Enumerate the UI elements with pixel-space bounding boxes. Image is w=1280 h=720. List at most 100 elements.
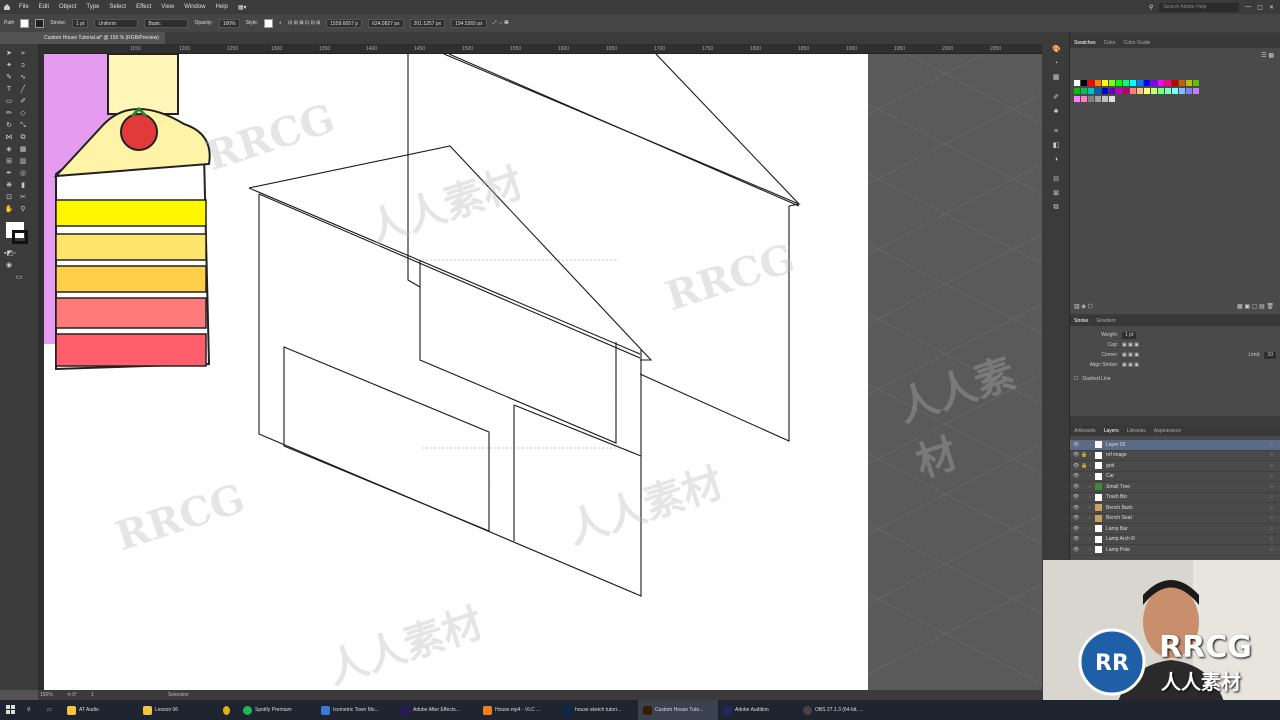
- color-swatch[interactable]: [1172, 80, 1178, 86]
- graphic-style-swatch[interactable]: [264, 18, 274, 28]
- menu-file[interactable]: File: [14, 4, 34, 10]
- color-swatch[interactable]: [1186, 80, 1192, 86]
- color-swatch[interactable]: [1116, 88, 1122, 94]
- canvas[interactable]: RRCG 人人素材 RRCG RRCG 人人素材 人人素材 人人素材: [44, 54, 1042, 690]
- weight-field[interactable]: 1 pt: [1122, 331, 1137, 339]
- target-icon[interactable]: ○: [1270, 536, 1280, 542]
- slice-tool-icon[interactable]: ✂: [18, 194, 28, 202]
- transparency-icon[interactable]: ◑: [1052, 156, 1060, 164]
- draw-mode-icon[interactable]: ◉: [4, 262, 14, 270]
- color-swatch[interactable]: [1165, 80, 1171, 86]
- magic-wand-icon[interactable]: ✦: [4, 62, 14, 70]
- scale-tool-icon[interactable]: ⤡: [18, 122, 28, 130]
- x-field[interactable]: 1559.6057 p: [326, 18, 363, 28]
- artboard[interactable]: [44, 54, 868, 690]
- layer-row[interactable]: 👁 › Layer 55 ○: [1070, 440, 1280, 451]
- taskbar-item[interactable]: Adobe Audition: [718, 700, 798, 720]
- taskbar-item[interactable]: house sketch tutori...: [558, 700, 638, 720]
- color-swatch[interactable]: [1088, 80, 1094, 86]
- swatch-actions-icon[interactable]: ▦ ▣ ▢ ▤ 🗑: [1237, 303, 1274, 310]
- color-mode-icon[interactable]: ▪◩▫: [4, 250, 16, 258]
- color-swatch[interactable]: [1081, 96, 1087, 102]
- minimize-icon[interactable]: —: [1245, 4, 1251, 10]
- color-swatch[interactable]: [1144, 88, 1150, 94]
- color-swatch[interactable]: [1158, 88, 1164, 94]
- rotation-icon[interactable]: ⟲ 0°: [67, 692, 77, 698]
- color-swatch[interactable]: [1193, 88, 1199, 94]
- color-guide-icon[interactable]: ◔: [1052, 60, 1060, 68]
- target-icon[interactable]: ○: [1270, 473, 1280, 479]
- color-swatch[interactable]: [1137, 80, 1143, 86]
- layer-row[interactable]: 👁 › Lamp Bar ○: [1070, 524, 1280, 535]
- taskbar-item[interactable]: [218, 700, 238, 720]
- transform-panel-icon[interactable]: ⊠: [1052, 190, 1060, 198]
- direct-selection-tool-icon[interactable]: ➢: [18, 50, 28, 58]
- align-icons[interactable]: ⊟ ⊞ ⊠ ⊡ ⊟ ⊞: [288, 20, 320, 26]
- start-button[interactable]: [0, 700, 22, 720]
- color-swatch[interactable]: [1109, 88, 1115, 94]
- stroke-swatch[interactable]: [35, 18, 45, 28]
- free-transform-icon[interactable]: ⧉: [18, 134, 28, 142]
- taskbar-item[interactable]: Spotify Premium: [238, 700, 316, 720]
- hand-tool-icon[interactable]: ✋: [4, 206, 14, 214]
- color-swatch[interactable]: [1179, 88, 1185, 94]
- width-field[interactable]: 201.1257 px: [409, 18, 446, 28]
- color-panel-icon[interactable]: 🎨: [1052, 46, 1061, 54]
- layer-row[interactable]: 👁 🔒 › ref image ○: [1070, 451, 1280, 461]
- stroke-icon[interactable]: ≡: [1052, 128, 1060, 136]
- color-swatch[interactable]: [1109, 80, 1115, 86]
- height-field[interactable]: 194.5265 px: [451, 18, 487, 28]
- layer-row[interactable]: 👁 › Bench Back ○: [1070, 503, 1280, 514]
- layer-row[interactable]: 👁 › Trash Bin ○: [1070, 493, 1280, 503]
- color-swatch[interactable]: [1172, 88, 1178, 94]
- menu-help[interactable]: Help: [211, 4, 233, 10]
- target-icon[interactable]: ○: [1270, 547, 1280, 553]
- target-icon[interactable]: ○: [1270, 484, 1280, 490]
- color-swatch[interactable]: [1074, 80, 1080, 86]
- taskbar-item[interactable]: AT Audio: [62, 700, 138, 720]
- rotate-tool-icon[interactable]: ↻: [4, 122, 14, 130]
- eraser-icon[interactable]: ◇: [18, 110, 28, 118]
- dashed-line-checkbox[interactable]: ☐: [1074, 376, 1078, 382]
- eye-icon[interactable]: 👁: [1073, 526, 1081, 532]
- tab-libraries[interactable]: Libraries: [1127, 428, 1146, 434]
- menu-object[interactable]: Object: [54, 4, 81, 10]
- target-icon[interactable]: ○: [1270, 463, 1280, 469]
- pen-tool-icon[interactable]: ✎: [4, 74, 14, 82]
- color-swatch[interactable]: [1102, 80, 1108, 86]
- close-icon[interactable]: ✕: [1269, 4, 1274, 11]
- menu-type[interactable]: Type: [81, 4, 104, 10]
- status-mode[interactable]: Selection: [168, 692, 189, 698]
- recolor-icon[interactable]: ◐: [279, 20, 282, 26]
- align-stroke-buttons[interactable]: ▣ ▣ ▣: [1122, 362, 1139, 368]
- taskbar-search-icon[interactable]: ⚲: [22, 700, 42, 720]
- curvature-tool-icon[interactable]: ∿: [18, 74, 28, 82]
- gradient-icon[interactable]: ◧: [1052, 142, 1060, 150]
- brushes-icon[interactable]: ✐: [1052, 94, 1060, 102]
- eye-icon[interactable]: 👁: [1073, 463, 1081, 469]
- y-field[interactable]: 624.0827 px: [368, 18, 404, 28]
- color-swatch[interactable]: [1130, 80, 1136, 86]
- color-swatch[interactable]: [1144, 80, 1150, 86]
- color-swatch[interactable]: [1074, 96, 1080, 102]
- rectangle-tool-icon[interactable]: ▭: [4, 98, 14, 106]
- color-swatch[interactable]: [1130, 88, 1136, 94]
- artboard-tool-icon[interactable]: ⊡: [4, 194, 14, 202]
- color-swatch[interactable]: [1123, 88, 1129, 94]
- color-swatch[interactable]: [1081, 88, 1087, 94]
- graph-tool-icon[interactable]: ▮: [18, 182, 28, 190]
- corner-buttons[interactable]: ▣ ▣ ▣: [1122, 352, 1139, 358]
- color-swatch[interactable]: [1095, 96, 1101, 102]
- eye-icon[interactable]: 👁: [1073, 547, 1081, 553]
- gradient-tool-icon[interactable]: ▥: [18, 158, 28, 166]
- swatch-library-icon[interactable]: ▥ ◈ ⬡: [1074, 303, 1093, 310]
- tab-artboards[interactable]: Artboards: [1074, 428, 1096, 434]
- color-swatch[interactable]: [1137, 88, 1143, 94]
- symbol-sprayer-icon[interactable]: ❋: [4, 182, 14, 190]
- opacity-field[interactable]: 100%: [218, 18, 240, 28]
- variable-width-profile[interactable]: Uniform: [94, 18, 139, 28]
- target-icon[interactable]: ○: [1270, 442, 1280, 448]
- selection-tool-icon[interactable]: ➤: [4, 50, 14, 58]
- menu-edit[interactable]: Edit: [34, 4, 54, 10]
- tab-color[interactable]: Color: [1104, 40, 1116, 46]
